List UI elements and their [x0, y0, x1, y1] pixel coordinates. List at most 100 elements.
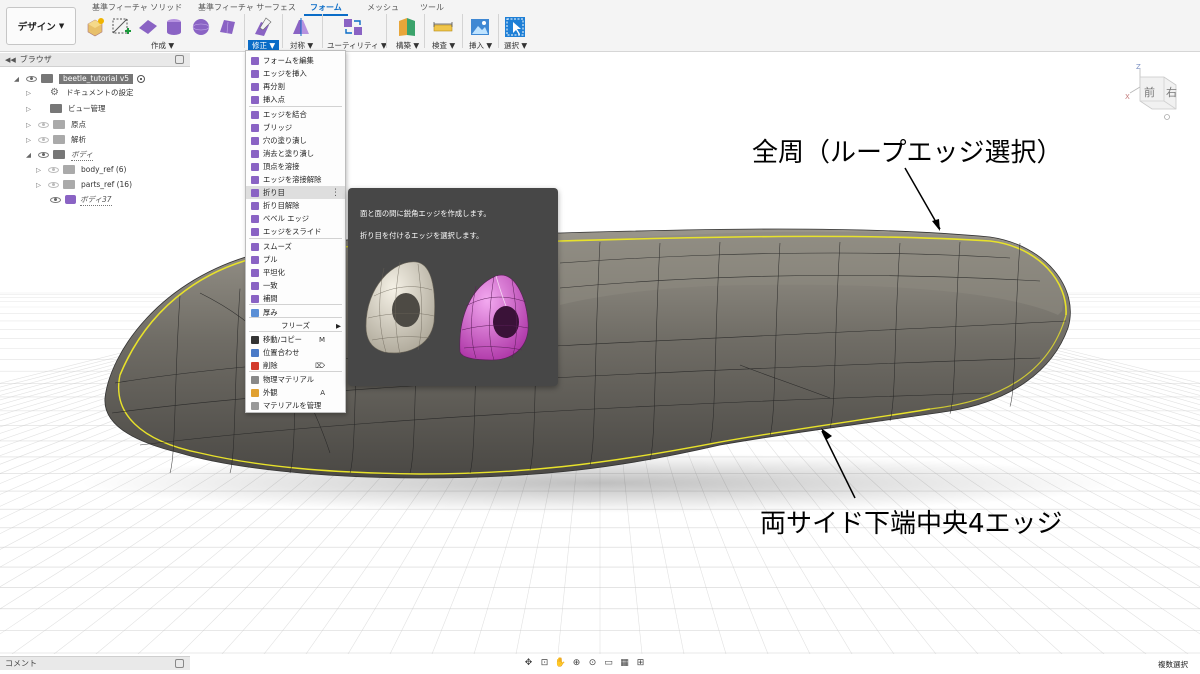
grid-settings-icon[interactable]: ▦	[618, 658, 631, 668]
menu-item-20[interactable]: 厚み	[246, 306, 345, 319]
tree-item-analysis[interactable]: ▷ 解析	[26, 133, 86, 146]
menu-item-23[interactable]: 位置合わせ	[246, 346, 345, 359]
utility-icon[interactable]	[342, 16, 364, 38]
tab-tools[interactable]: ツール	[420, 2, 444, 13]
menu-item-24[interactable]: 削除 ⌦	[246, 359, 345, 372]
tree-item-document-settings[interactable]: ▷ ⚙ ドキュメントの設定	[26, 86, 134, 99]
workspace-switcher-button[interactable]: デザイン ▼	[6, 7, 76, 45]
tab-form[interactable]: フォーム	[304, 2, 348, 16]
visibility-eye-icon[interactable]	[48, 181, 59, 188]
collapse-arrows-icon[interactable]: ◀◀	[5, 56, 16, 64]
menu-item-icon	[251, 162, 259, 171]
quadball-icon[interactable]	[216, 16, 238, 38]
more-options-icon[interactable]: ⋮	[331, 188, 340, 198]
active-radio-icon[interactable]	[137, 74, 146, 83]
menu-item-14[interactable]: エッジをスライド	[246, 225, 345, 238]
tooltip-illustration	[365, 261, 529, 361]
expand-triangle-icon[interactable]: ▷	[26, 121, 34, 129]
visibility-eye-icon[interactable]	[38, 121, 49, 128]
menu-item-21[interactable]: フリーズ ▶	[246, 319, 345, 332]
menu-item-8[interactable]: 消去と塗り潰し	[246, 147, 345, 160]
orbit-icon[interactable]: ✥	[522, 658, 535, 668]
menu-item-18[interactable]: 一致	[246, 279, 345, 292]
expand-triangle-icon[interactable]: ▷	[36, 166, 44, 174]
menu-item-19[interactable]: 補間	[246, 292, 345, 305]
menu-item-7[interactable]: 穴の塗り潰し	[246, 134, 345, 147]
create-group-label[interactable]: 作成 ▼	[151, 40, 174, 51]
box-icon[interactable]	[84, 16, 106, 38]
measure-icon[interactable]	[432, 16, 454, 38]
insert-image-icon[interactable]	[469, 16, 491, 38]
expand-triangle-icon[interactable]: ▷	[36, 181, 44, 189]
menu-item-17[interactable]: 平坦化	[246, 266, 345, 279]
tab-surface[interactable]: 基準フィーチャ サーフェス	[198, 2, 296, 13]
menu-item-6[interactable]: ブリッジ	[246, 121, 345, 134]
tree-item-document[interactable]: ◢ beetle_tutorial v5	[14, 72, 146, 85]
menu-item-5[interactable]: エッジを結合	[246, 108, 345, 121]
menu-item-22[interactable]: 移動/コピー M	[246, 333, 345, 346]
menu-item-3[interactable]: 再分割	[246, 80, 345, 93]
menu-item-label: 頂点を溶接	[263, 161, 300, 171]
pin-panel-icon[interactable]	[175, 55, 184, 64]
menu-item-26[interactable]: 外観 A	[246, 386, 345, 399]
tree-item-body-ref[interactable]: ▷ body_ref (6)	[36, 163, 126, 176]
pan-hand-icon[interactable]: ✋	[554, 658, 567, 668]
menu-item-9[interactable]: 頂点を溶接	[246, 160, 345, 173]
tree-item-origin[interactable]: ▷ 原点	[26, 118, 86, 131]
symmetry-icon[interactable]	[290, 16, 312, 38]
inspect-group-label[interactable]: 検査 ▼	[432, 40, 455, 51]
expand-triangle-icon[interactable]: ▷	[26, 136, 34, 144]
cylinder-icon[interactable]	[163, 16, 185, 38]
browser-panel-header[interactable]: ◀◀ ブラウザ	[0, 53, 190, 67]
menu-item-15[interactable]: スムーズ	[246, 240, 345, 253]
modify-brush-icon[interactable]	[252, 16, 274, 38]
menu-item-13[interactable]: ベベル エッジ	[246, 212, 345, 225]
expand-panel-icon[interactable]	[175, 659, 184, 668]
tree-item-body37[interactable]: ボディ37	[48, 193, 112, 206]
menu-item-label: 外観	[263, 387, 278, 397]
expand-triangle-icon[interactable]: ▷	[26, 89, 34, 97]
construct-group-label[interactable]: 構築 ▼	[396, 40, 419, 51]
menu-item-25[interactable]: 物理マテリアル	[246, 373, 345, 386]
visibility-eye-icon[interactable]	[38, 151, 49, 158]
menu-item-27[interactable]: マテリアルを管理	[246, 399, 345, 412]
view-cube[interactable]: Z X 前 右	[1124, 63, 1184, 123]
tree-item-bodies[interactable]: ◢ ボディ	[26, 148, 93, 161]
display-settings-icon[interactable]: ▭	[602, 658, 615, 668]
viewport-canvas[interactable]: 全周（ループエッジ選択） 両サイド下端中央4エッジ	[0, 53, 1200, 654]
menu-item-12[interactable]: 折り目解除	[246, 199, 345, 212]
comments-panel-header[interactable]: コメント	[0, 656, 190, 670]
sketch-plane-icon[interactable]	[110, 16, 132, 38]
select-group-label[interactable]: 選択 ▼	[504, 40, 527, 51]
menu-item-2[interactable]: エッジを挿入	[246, 67, 345, 80]
menu-item-1[interactable]: フォームを編集	[246, 54, 345, 67]
menu-item-4[interactable]: 挿入点	[246, 93, 345, 106]
selection-status: 複数選択	[1158, 660, 1188, 669]
viewports-icon[interactable]: ⊞	[634, 658, 647, 668]
construct-icon[interactable]	[396, 16, 418, 38]
tree-item-parts-ref[interactable]: ▷ parts_ref (16)	[36, 178, 132, 191]
viewcube-right-face[interactable]: 右	[1166, 84, 1177, 100]
zoom-window-icon[interactable]: ⊙	[586, 658, 599, 668]
insert-group-label[interactable]: 挿入 ▼	[469, 40, 492, 51]
select-icon[interactable]	[504, 16, 526, 38]
tab-mesh[interactable]: メッシュ	[367, 2, 399, 13]
tab-solid[interactable]: 基準フィーチャ ソリッド	[92, 2, 182, 13]
visibility-eye-icon[interactable]	[38, 136, 49, 143]
menu-item-16[interactable]: プル	[246, 253, 345, 266]
visibility-eye-icon[interactable]	[26, 75, 37, 82]
plane-icon[interactable]	[137, 16, 159, 38]
tree-item-named-views[interactable]: ▷ ビュー管理	[26, 102, 106, 115]
zoom-icon[interactable]: ⊕	[570, 658, 583, 668]
viewcube-front-face[interactable]: 前	[1144, 84, 1155, 100]
visibility-eye-icon[interactable]	[48, 166, 59, 173]
expand-triangle-icon[interactable]: ◢	[14, 75, 22, 83]
expand-triangle-icon[interactable]: ◢	[26, 151, 34, 159]
look-at-icon[interactable]: ⊡	[538, 658, 551, 668]
menu-item-11[interactable]: 折り目 ⋮	[246, 186, 345, 199]
menu-item-10[interactable]: エッジを溶接解除	[246, 173, 345, 186]
menu-item-icon	[251, 281, 259, 290]
sphere-icon[interactable]	[190, 16, 212, 38]
expand-triangle-icon[interactable]: ▷	[26, 105, 34, 113]
visibility-eye-icon[interactable]	[50, 196, 61, 203]
